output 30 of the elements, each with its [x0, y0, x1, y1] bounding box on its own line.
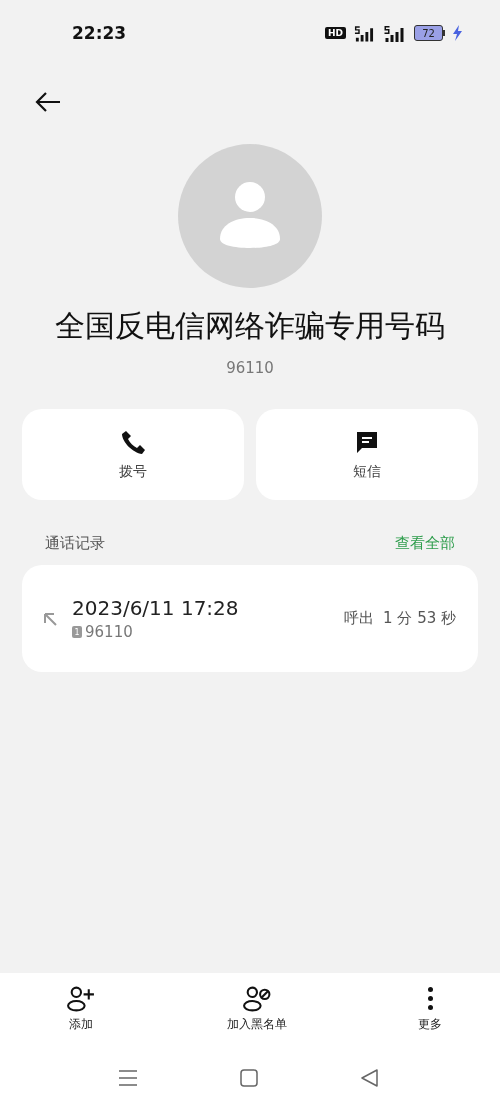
back-nav-button[interactable]	[360, 1069, 380, 1087]
section-title: 通话记录	[45, 534, 105, 553]
square-icon	[239, 1069, 259, 1087]
message-button[interactable]: 短信	[256, 409, 478, 500]
recents-button[interactable]	[118, 1069, 138, 1087]
more-button[interactable]: 更多	[410, 973, 450, 1045]
triangle-icon	[360, 1069, 380, 1087]
phone-number: 96110	[225, 359, 275, 377]
outgoing-call-icon	[42, 610, 58, 627]
call-button[interactable]: 拨号	[22, 409, 244, 500]
back-arrow-icon	[35, 92, 61, 112]
call-datetime: 2023/6/11 17:28	[72, 596, 240, 620]
signal-icon	[354, 24, 374, 42]
menu-icon	[118, 1069, 138, 1087]
hd-badge: HD	[325, 27, 346, 39]
home-button[interactable]	[239, 1069, 259, 1087]
status-time: 22:23	[72, 23, 127, 43]
add-button[interactable]: 添加	[58, 973, 104, 1045]
block-button[interactable]: 加入黑名单	[219, 973, 295, 1045]
battery-icon: 72	[414, 25, 445, 41]
call-summary: 呼出 1 分 53 秒	[343, 609, 456, 628]
phone-icon	[120, 428, 146, 455]
call-log-card[interactable]: 2023/6/11 17:28 1 96110 呼出 1 分 53 秒	[22, 565, 478, 672]
add-person-icon	[66, 985, 96, 1012]
more-icon	[427, 987, 433, 1010]
sim-badge: 1	[72, 626, 82, 638]
contact-name: 全国反电信网络诈骗专用号码	[54, 307, 446, 345]
call-number: 96110	[85, 623, 133, 641]
block-person-icon	[242, 985, 272, 1012]
signal-icon	[382, 24, 406, 42]
